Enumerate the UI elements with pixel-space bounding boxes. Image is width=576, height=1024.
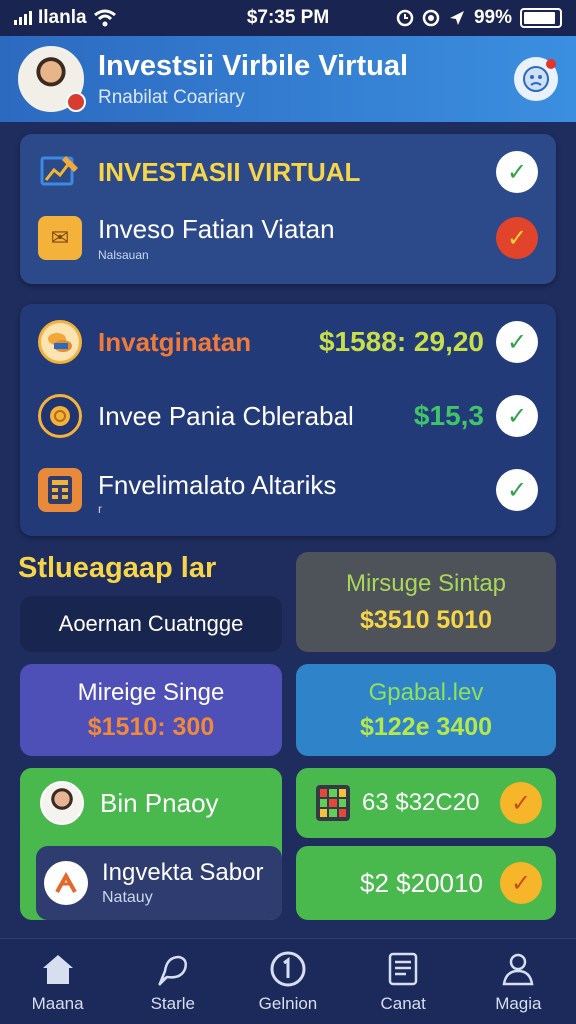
carrier-label: Ilanla <box>38 7 87 28</box>
status-right: 99% <box>379 7 563 29</box>
wifi-icon <box>93 9 116 27</box>
change-button[interactable]: Aoernan Cuatngge <box>20 596 282 652</box>
avatar-badge-icon <box>66 92 86 112</box>
location-icon <box>449 11 464 25</box>
home-icon <box>39 950 77 988</box>
tile-value: $3510 5010 <box>359 605 493 634</box>
status-time: $7:35 PM <box>246 7 330 28</box>
list-item-sublabel: Natauy <box>102 889 153 906</box>
list-item[interactable]: INVESTASII VIRTUAL ✓ <box>20 142 556 202</box>
calculator-icon <box>38 468 82 512</box>
page-title: Investsii Virbile Virtual <box>98 49 409 82</box>
tile-title: Mirsuge Sintap <box>345 569 507 597</box>
app-header: Investsii Virbile Virtual Rnabilat Coari… <box>0 36 576 122</box>
document-icon <box>384 950 422 988</box>
nav-item-canat[interactable]: Canat <box>353 950 453 1014</box>
list-item-label: Bin Pnaoy <box>100 787 219 818</box>
notification-face-icon <box>523 66 549 92</box>
check-icon[interactable]: ✓ <box>500 782 542 824</box>
page-subtitle: Rnabilat Coariary <box>98 86 245 108</box>
row-label: Invatginatan <box>98 326 252 357</box>
tile-title: Gpabal.lev <box>368 678 484 706</box>
row-label: Inveso Fatian Viatan <box>98 214 335 244</box>
list-item[interactable]: Invatginatan $1588: 29,20 ✓ <box>20 312 556 372</box>
value-tile[interactable]: $2 $20010 ✓ <box>296 846 556 920</box>
check-warning-icon[interactable]: ✓ <box>496 217 538 259</box>
list-item[interactable]: Ingvekta Sabor Natauy <box>36 846 282 920</box>
tile-value: $122e 3400 <box>359 712 493 741</box>
check-icon[interactable]: ✓ <box>496 321 538 363</box>
chart-pencil-icon <box>38 150 82 194</box>
list-item-text: Ingvekta Sabor Natauy <box>102 859 263 907</box>
row-sublabel: r <box>98 502 102 516</box>
coins-icon <box>38 320 82 364</box>
alarm-icon <box>396 9 414 27</box>
value-tile-label: $2 $20010 <box>360 867 483 898</box>
summary-tile[interactable]: Gpabal.lev $122e 3400 <box>296 664 556 756</box>
target-icon <box>422 9 440 27</box>
summary-tile[interactable]: Mirsuge Sintap $3510 5010 <box>296 552 556 652</box>
row-value: $15,3 <box>413 400 484 431</box>
nav-label: Magia <box>495 993 542 1013</box>
nav-label: Starle <box>150 993 195 1013</box>
user-icon <box>499 950 537 988</box>
nav-item-starle[interactable]: Starle <box>123 950 223 1014</box>
check-icon[interactable]: ✓ <box>500 862 542 904</box>
calculator-icon <box>316 785 350 821</box>
pen-bubble-icon <box>154 950 192 988</box>
coin-ring-icon <box>38 394 82 438</box>
battery-percent: 99% <box>473 7 513 28</box>
bottom-nav: Maana Starle Gelnion Canat Magia <box>0 938 576 1024</box>
list-item[interactable]: Invee Pania Cblerabal $15,3 ✓ <box>20 386 556 446</box>
notification-button[interactable] <box>514 57 558 101</box>
header-text: Investsii Virbile Virtual Rnabilat Coari… <box>98 50 514 109</box>
list-item-label: Ingvekta Sabor <box>102 859 264 886</box>
list-item[interactable]: Fnvelimalato Altariks r ✓ <box>20 460 556 520</box>
check-icon[interactable]: ✓ <box>496 469 538 511</box>
check-icon[interactable]: ✓ <box>496 151 538 193</box>
nav-label: Maana <box>31 993 84 1013</box>
tile-value: $1510: 300 <box>87 712 215 741</box>
check-icon[interactable]: ✓ <box>496 395 538 437</box>
notification-dot-icon <box>546 59 556 69</box>
profile-avatar[interactable] <box>18 46 86 112</box>
nav-item-gelnion[interactable]: Gelnion <box>238 950 338 1014</box>
status-bar: Ilanla $7:35 PM 99% <box>0 0 576 36</box>
section-title: Stlueagaap lar <box>18 552 217 584</box>
tile-title: Mireige Singe <box>77 678 225 706</box>
avatar <box>40 781 84 825</box>
change-button-label: Aoernan Cuatngge <box>58 611 244 636</box>
info-circle-icon <box>269 950 307 988</box>
list-item[interactable]: Bin Pnaoy <box>20 768 282 838</box>
row-label: INVESTASII VIRTUAL <box>98 156 361 187</box>
row-label: Invee Pania Cblerabal <box>98 400 354 431</box>
nav-item-home[interactable]: Maana <box>8 950 108 1014</box>
card-investment-list: Invatginatan $1588: 29,20 ✓ Invee Pania … <box>20 304 556 536</box>
status-left: Ilanla <box>14 7 197 29</box>
row-value: $1588: 29,20 <box>318 326 484 357</box>
nav-label: Gelnion <box>258 993 318 1013</box>
signal-icon <box>14 11 32 25</box>
leaf-logo-icon <box>44 861 88 905</box>
nav-label: Canat <box>380 993 426 1013</box>
list-item[interactable]: ✉ Inveso Fatian Viatan Nalsauan ✓ <box>20 208 556 268</box>
row-label: Fnvelimalato Altariks <box>98 470 337 500</box>
value-tile[interactable]: 63 $32C20 ✓ <box>296 768 556 838</box>
gold-envelope-icon: ✉ <box>38 216 82 260</box>
nav-item-magia[interactable]: Magia <box>468 950 568 1014</box>
row-sublabel: Nalsauan <box>98 248 149 262</box>
card-investment-top: INVESTASII VIRTUAL ✓ ✉ Inveso Fatian Via… <box>20 134 556 284</box>
value-tile-label: 63 $32C20 <box>362 789 480 816</box>
battery-icon <box>520 8 563 28</box>
summary-tile[interactable]: Mireige Singe $1510: 300 <box>20 664 282 756</box>
